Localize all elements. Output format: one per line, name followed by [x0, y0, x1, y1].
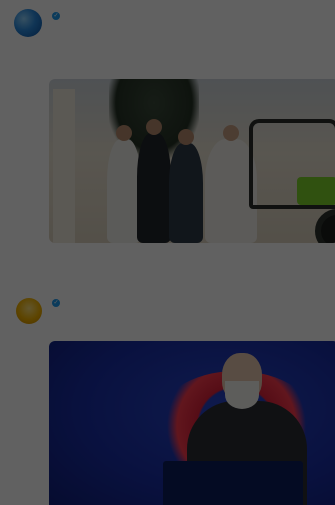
- tweet-text: ✓: [50, 297, 335, 308]
- timeline-feed: ✓ ✓: [0, 0, 335, 505]
- tweet-photo[interactable]: [49, 79, 335, 243]
- author-avatar[interactable]: [16, 298, 42, 324]
- tweet-text: ✓: [50, 10, 335, 21]
- photo-speaker-beard: [225, 381, 259, 409]
- author-line[interactable]: ✓: [50, 10, 335, 21]
- photo-person: [169, 143, 203, 243]
- author-avatar[interactable]: [14, 9, 42, 37]
- photo-buggy-wheel: [315, 209, 335, 243]
- photo-head: [116, 125, 132, 141]
- photo-head: [146, 119, 162, 135]
- photo-podium: [163, 461, 303, 505]
- verified-badge-icon: ✓: [52, 11, 60, 20]
- photo-head: [223, 125, 239, 141]
- photo-buggy-body: [297, 177, 335, 205]
- photo-person: [107, 139, 141, 243]
- author-line[interactable]: ✓: [50, 297, 335, 308]
- photo-head: [178, 129, 194, 145]
- verified-badge-icon: ✓: [52, 298, 60, 307]
- photo-pillar: [53, 89, 75, 243]
- photo-banner-text: [51, 489, 131, 503]
- photo-person: [137, 133, 171, 243]
- tweet-photo[interactable]: [49, 341, 335, 505]
- tweet-footer: [50, 247, 335, 249]
